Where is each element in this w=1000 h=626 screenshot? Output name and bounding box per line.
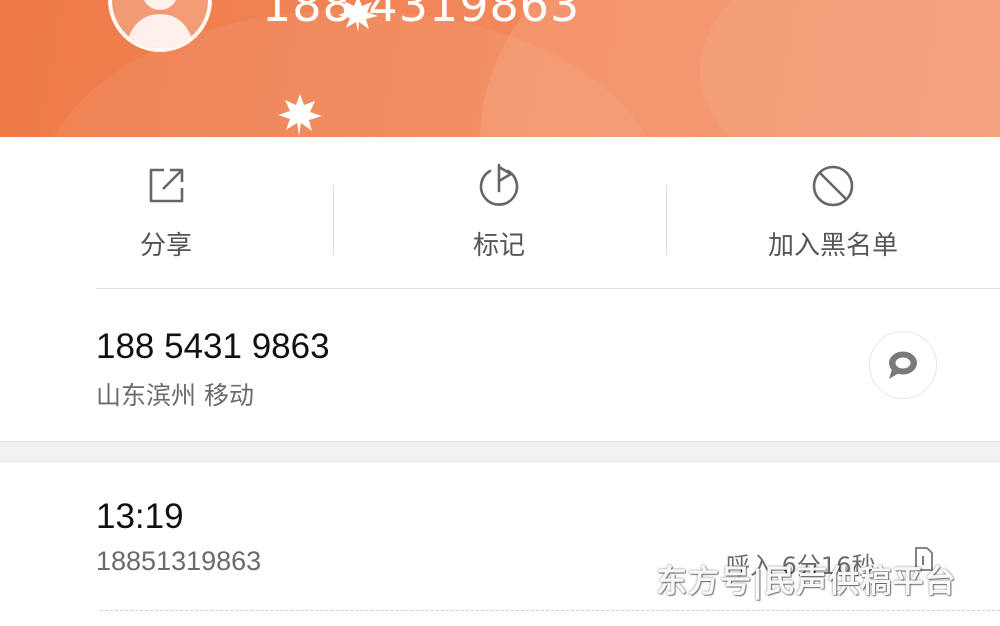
maple-leaf-icon [338, 0, 378, 32]
blacklist-label: 加入黑名单 [767, 231, 898, 261]
call-number: 18851319863 [96, 546, 262, 576]
divider [100, 610, 1000, 611]
divider [333, 185, 334, 255]
contact-header: 188 4319863 [0, 0, 1000, 137]
contact-number[interactable]: 188 5431 9863 [96, 327, 330, 367]
section-gap [0, 441, 1000, 462]
block-icon [810, 163, 856, 209]
share-icon [143, 163, 189, 209]
mark-button[interactable]: 标记 [432, 137, 566, 288]
mark-label: 标记 [472, 231, 525, 261]
divider [96, 288, 1000, 289]
call-time: 13:19 [96, 497, 184, 536]
blacklist-button[interactable]: 加入黑名单 [733, 137, 933, 288]
maple-leaf-icon [278, 94, 322, 136]
divider [666, 185, 667, 255]
number-location: 山东滨州 移动 [96, 381, 254, 410]
header-phone-number: 188 4319863 [262, 0, 581, 32]
action-bar: 分享 标记 加入黑名单 [0, 137, 1000, 288]
default-avatar-icon [126, 0, 194, 48]
share-button[interactable]: 分享 [99, 137, 233, 288]
message-bubble-icon [889, 351, 917, 379]
header-decoration [700, 0, 1000, 137]
watermark: 东方号|民声供稿平台 [656, 564, 957, 600]
share-label: 分享 [139, 231, 192, 261]
flag-icon [476, 163, 522, 209]
send-message-button[interactable] [869, 331, 937, 399]
avatar[interactable] [108, 0, 212, 52]
